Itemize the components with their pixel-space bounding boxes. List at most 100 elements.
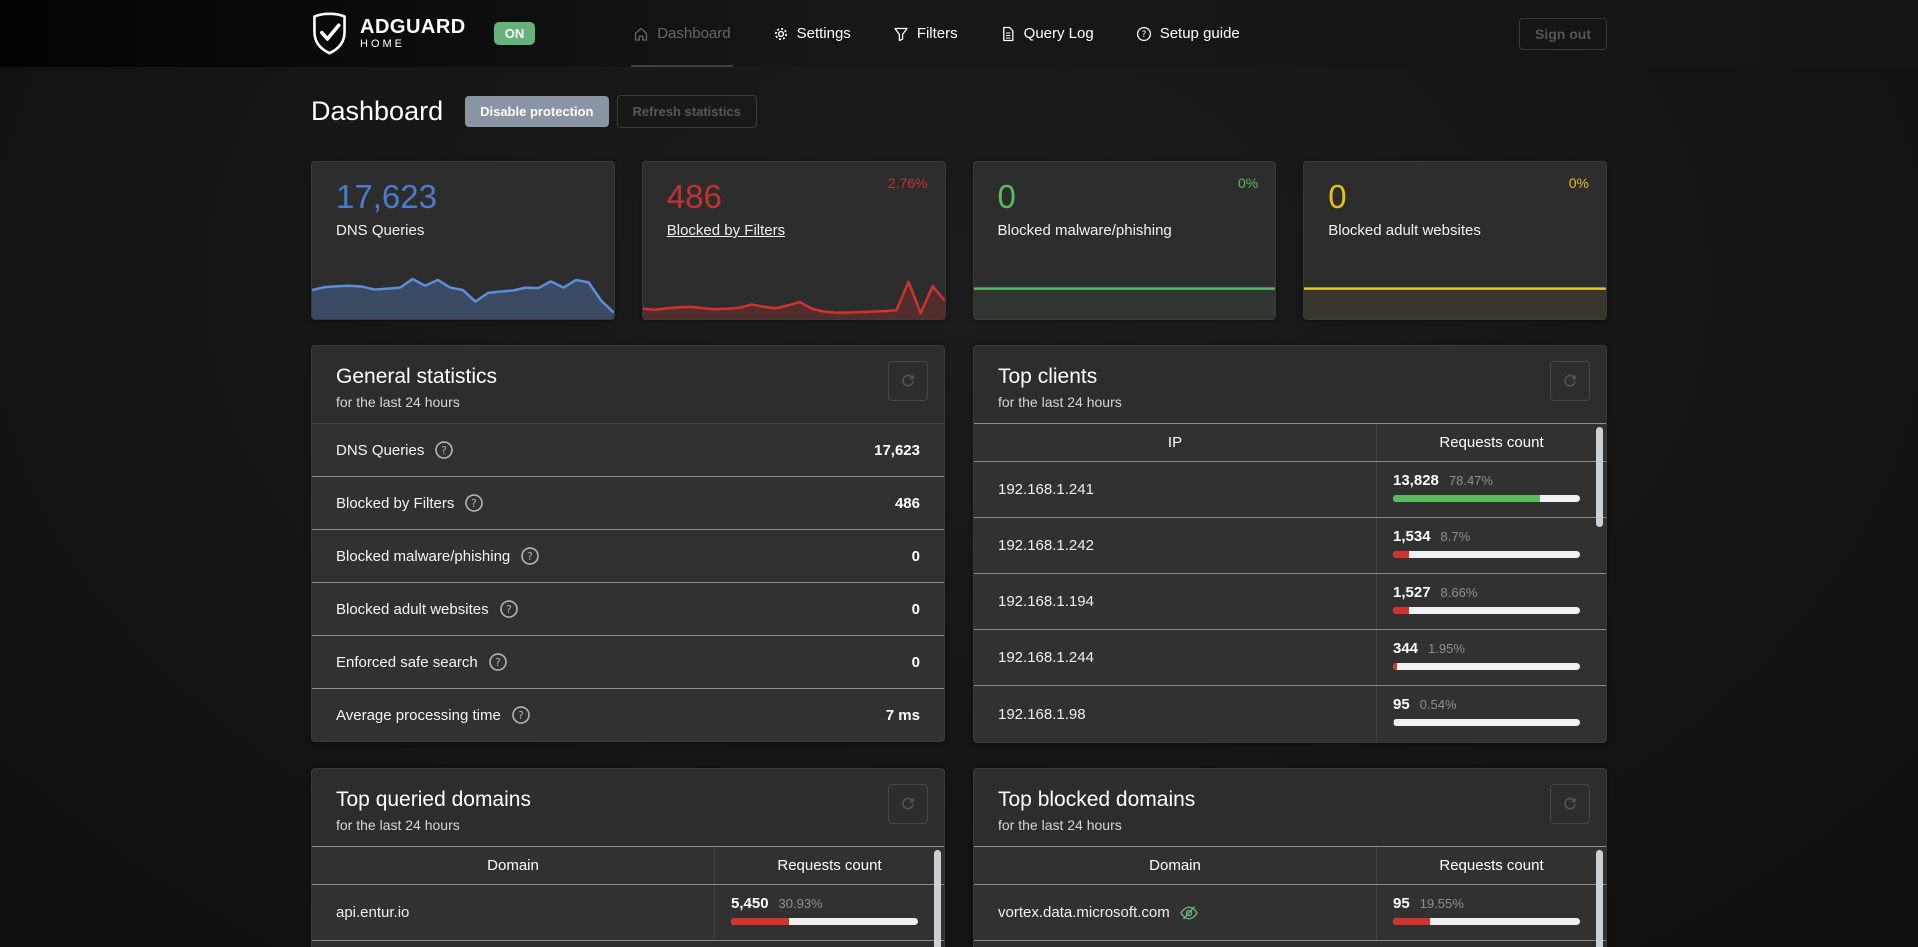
svg-text:?: ?: [506, 603, 512, 616]
refresh-panel-button[interactable]: [1550, 361, 1590, 401]
domain-name: api.entur.io: [336, 904, 410, 921]
panel-subtitle: for the last 24 hours: [998, 394, 1122, 410]
progress-bar: [1393, 719, 1580, 726]
table-row: 192.168.1.244 344 1.95%: [974, 630, 1606, 686]
refresh-panel-button[interactable]: [888, 784, 928, 824]
stat-value: 17,623: [336, 178, 437, 215]
nav-label: Dashboard: [657, 25, 731, 42]
stat-row: Average processing time ? 7 ms: [312, 688, 944, 741]
scrollbar-thumb[interactable]: [934, 850, 941, 947]
stat-card-blocked-filters: 486 Blocked by Filters 2.76%: [641, 161, 946, 320]
refresh-statistics-button[interactable]: Refresh statistics: [616, 95, 757, 128]
help-icon[interactable]: ?: [499, 599, 519, 619]
stat-row-value: 17,623: [874, 441, 920, 459]
top-blocked-domains-panel: Top blocked domains for the last 24 hour…: [973, 768, 1607, 947]
table-row: 192.168.1.98 95 0.54%: [974, 686, 1606, 742]
help-icon[interactable]: ?: [464, 493, 484, 513]
stat-row-value: 486: [894, 494, 920, 512]
brand-text: ADGUARD HOME: [360, 17, 466, 51]
refresh-icon: [902, 374, 914, 387]
blocked-adult-sparkline: [1304, 263, 1606, 319]
funnel-icon: [894, 27, 908, 41]
request-count: 1,527: [1393, 584, 1431, 601]
client-ip: 192.168.1.241: [998, 481, 1094, 498]
progress-bar: [1393, 918, 1580, 925]
nav-label: Filters: [916, 25, 958, 42]
request-percent: 8.7%: [1440, 529, 1471, 544]
panel-title: Top queried domains: [336, 788, 531, 811]
top-queried-domains-table: Domain Requests count api.entur.io 5,450…: [312, 846, 944, 947]
dns-queries-sparkline: [312, 263, 614, 319]
stat-row-label: Blocked malware/phishing: [336, 547, 511, 565]
request-percent: 0.54%: [1419, 697, 1457, 712]
nav-item-settings[interactable]: Settings: [771, 0, 853, 67]
client-ip: 192.168.1.244: [998, 649, 1094, 666]
nav-label: Query Log: [1023, 25, 1094, 42]
request-percent: 8.66%: [1440, 585, 1478, 600]
svg-text:?: ?: [518, 709, 524, 722]
stat-row: Blocked malware/phishing ? 0: [312, 529, 944, 582]
home-icon: [635, 27, 648, 41]
refresh-panel-button[interactable]: [888, 361, 928, 401]
stat-label: Blocked by Filters: [667, 222, 945, 239]
column-header-domain: Domain: [1149, 857, 1201, 874]
nav-item-query-log[interactable]: Query Log: [998, 0, 1096, 67]
nav-item-setup-guide[interactable]: ? Setup guide: [1134, 0, 1242, 67]
top-blocked-domains-table: Domain Requests count vortex.data.micros…: [974, 846, 1606, 947]
top-queried-domains-panel: Top queried domains for the last 24 hour…: [311, 768, 945, 947]
brand-sub: HOME: [360, 37, 405, 50]
nav-label: Setup guide: [1159, 25, 1240, 42]
disable-protection-button[interactable]: Disable protection: [465, 96, 609, 127]
stat-row-value: 0: [911, 547, 920, 565]
help-icon[interactable]: ?: [520, 546, 540, 566]
scrollbar-thumb[interactable]: [1596, 850, 1603, 947]
column-header-requests: Requests count: [1376, 847, 1606, 884]
dashboard-page: Dashboard Disable protection Refresh sta…: [311, 95, 1607, 947]
nav-item-filters[interactable]: Filters: [891, 0, 960, 67]
stat-value: 0: [997, 178, 1016, 215]
eye-off-icon[interactable]: [1179, 903, 1199, 923]
request-count: 5,450: [731, 895, 769, 912]
client-ip: 192.168.1.242: [998, 537, 1094, 554]
help-icon[interactable]: ?: [488, 652, 508, 672]
panel-header: General statistics for the last 24 hours: [312, 346, 944, 423]
top-nav: ADGUARD HOME ON Dashboard Settings Filte…: [0, 0, 1918, 67]
adguard-logo-icon: [313, 12, 346, 55]
stat-row-value: 0: [911, 600, 920, 618]
table-row: api.entur.io 5,450 30.93%: [312, 885, 944, 941]
stat-row: DNS Queries ? 17,623: [312, 423, 944, 476]
stat-card-dns-queries: 17,623 DNS Queries: [311, 161, 615, 320]
help-icon[interactable]: ?: [434, 440, 454, 460]
stat-row-label: Blocked by Filters: [336, 494, 455, 512]
request-percent: 19.55%: [1419, 896, 1464, 911]
column-header-domain: Domain: [487, 857, 539, 874]
client-ip: 192.168.1.194: [998, 593, 1094, 610]
refresh-panel-button[interactable]: [1550, 784, 1590, 824]
stat-row-label: DNS Queries: [336, 441, 425, 459]
svg-text:?: ?: [1141, 30, 1146, 40]
blocked-by-filters-link[interactable]: Blocked by Filters: [667, 222, 785, 239]
protection-status-badge: ON: [493, 22, 536, 45]
request-count: 13,828: [1393, 472, 1439, 489]
stat-label: Blocked malware/phishing: [997, 222, 1172, 239]
sign-out-button[interactable]: Sign out: [1519, 17, 1607, 50]
stat-label: DNS Queries: [336, 222, 425, 239]
scrollbar-thumb[interactable]: [1596, 427, 1603, 527]
panel-header: Top blocked domains for the last 24 hour…: [974, 769, 1606, 846]
panel-subtitle: for the last 24 hours: [998, 817, 1122, 833]
progress-bar: [1393, 607, 1580, 614]
table-header: IP Requests count: [974, 424, 1606, 462]
request-percent: 30.93%: [778, 896, 823, 911]
request-count: 1,534: [1393, 528, 1431, 545]
stat-label: Blocked adult websites: [1328, 222, 1481, 239]
panel-header: Top queried domains for the last 24 hour…: [312, 769, 944, 846]
progress-bar: [1393, 495, 1580, 502]
column-header-requests: Requests count: [1376, 424, 1606, 461]
request-count: 95: [1393, 895, 1410, 912]
document-icon: [1002, 26, 1014, 41]
request-count: 344: [1393, 640, 1419, 657]
stat-card-blocked-malware: 0 Blocked malware/phishing 0%: [972, 161, 1277, 320]
table-row: 192.168.1.194 1,527 8.66%: [974, 574, 1606, 630]
nav-item-dashboard[interactable]: Dashboard: [631, 0, 732, 67]
help-icon[interactable]: ?: [511, 705, 531, 725]
